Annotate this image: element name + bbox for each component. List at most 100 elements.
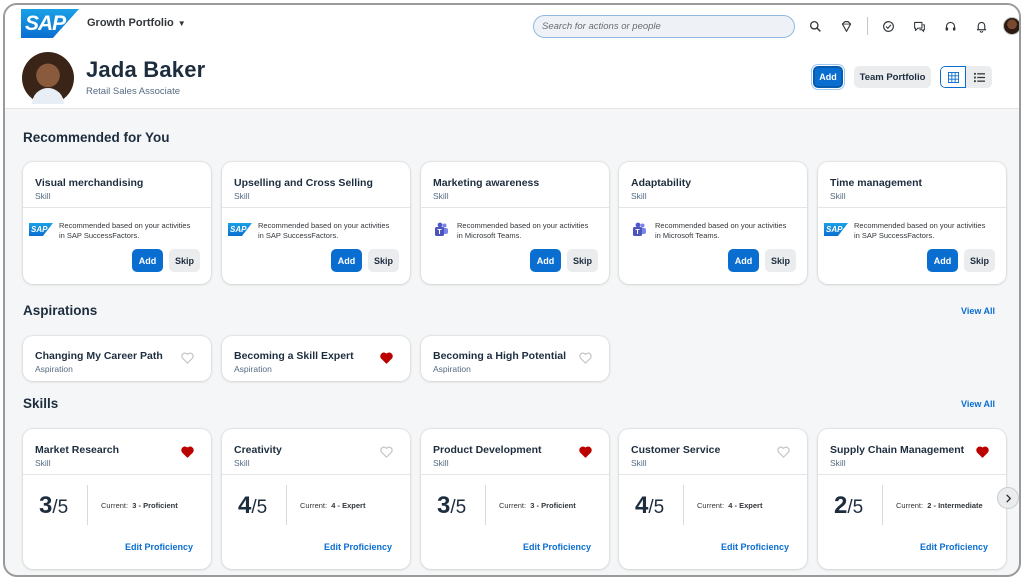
- divider: [23, 474, 211, 475]
- heart-outline-icon[interactable]: [380, 445, 393, 458]
- proficiency-score: 4/5: [635, 492, 664, 520]
- card-title: Upselling and Cross Selling: [234, 177, 373, 189]
- diamond-icon[interactable]: [831, 16, 862, 36]
- divider: [87, 485, 88, 525]
- edit-proficiency-link[interactable]: Edit Proficiency: [920, 542, 988, 552]
- skip-button[interactable]: Skip: [765, 249, 796, 272]
- card-type: Skill: [433, 458, 449, 468]
- skill-card[interactable]: Product Development Skill 3/5 Current: 3 - …: [421, 429, 609, 569]
- separator: [867, 17, 868, 35]
- sap-logo[interactable]: SAP: [21, 9, 79, 38]
- headset-icon[interactable]: [935, 16, 966, 36]
- skill-card[interactable]: Supply Chain Management Skill 2/5 Current: …: [818, 429, 1006, 569]
- sap-logo-icon: SAP: [29, 223, 53, 236]
- checkmark-icon[interactable]: [873, 16, 904, 36]
- bell-icon[interactable]: [966, 16, 997, 36]
- heart-filled-icon[interactable]: [976, 445, 989, 458]
- heart-outline-icon[interactable]: [777, 445, 790, 458]
- skip-button[interactable]: Skip: [169, 249, 200, 272]
- skill-card[interactable]: Creativity Skill 4/5 Current: 4 - Expert Edi…: [222, 429, 410, 569]
- recommendation-card[interactable]: Visual merchandising Skill SAP Recommended …: [23, 162, 211, 284]
- recommendation-card[interactable]: Marketing awareness Skill T Recommended bas…: [421, 162, 609, 284]
- caret-down-icon: ▼: [177, 18, 186, 28]
- sap-logo-icon: SAP: [228, 223, 252, 236]
- aspirations-title: Aspirations: [23, 303, 98, 318]
- divider: [222, 474, 410, 475]
- recommendation-reason: Recommended based on your activities in S…: [258, 221, 408, 241]
- add-skill-button[interactable]: Add: [132, 249, 163, 272]
- edit-proficiency-link[interactable]: Edit Proficiency: [125, 542, 193, 552]
- search-icon[interactable]: [800, 16, 831, 36]
- card-title: Becoming a High Potential: [433, 350, 567, 362]
- aspiration-card[interactable]: Changing My Career Path Aspiration: [23, 336, 211, 381]
- feedback-icon[interactable]: [904, 16, 935, 36]
- score-max: /5: [251, 497, 268, 518]
- profile-header: Jada Baker Retail Sales Associate Add Te…: [5, 45, 1019, 109]
- card-title: Market Research: [35, 444, 120, 456]
- add-skill-button[interactable]: Add: [728, 249, 759, 272]
- aspiration-card[interactable]: Becoming a Skill Expert Aspiration: [222, 336, 410, 381]
- add-button[interactable]: Add: [811, 64, 845, 90]
- card-title: Changing My Career Path: [35, 350, 163, 362]
- current-label: Current:: [101, 501, 129, 510]
- proficiency-score: 3/5: [437, 492, 466, 520]
- heart-filled-icon[interactable]: [380, 351, 393, 364]
- heart-outline-icon[interactable]: [579, 351, 592, 364]
- current-proficiency: Current: 4 - Expert: [697, 501, 762, 510]
- score-value: 3: [39, 492, 53, 519]
- heart-filled-icon[interactable]: [579, 445, 592, 458]
- card-title: Adaptability: [631, 177, 692, 189]
- skip-button[interactable]: Skip: [964, 249, 995, 272]
- team-portfolio-button[interactable]: Team Portfolio: [854, 66, 931, 88]
- card-type: Aspiration: [433, 364, 471, 374]
- current-proficiency: Current: 3 - Proficient: [499, 501, 576, 510]
- grid-view-icon[interactable]: [940, 66, 966, 88]
- aspirations-view-all-link[interactable]: View All: [961, 306, 995, 316]
- skill-card[interactable]: Customer Service Skill 4/5 Current: 4 - Exp…: [619, 429, 807, 569]
- current-level: 2 - Intermediate: [927, 501, 983, 510]
- reason-line-2: in Microsoft Teams.: [655, 231, 720, 240]
- search-input[interactable]: Search for actions or people: [533, 15, 795, 38]
- user-avatar[interactable]: [1003, 17, 1019, 35]
- current-level: 3 - Proficient: [132, 501, 178, 510]
- edit-proficiency-link[interactable]: Edit Proficiency: [523, 542, 591, 552]
- edit-proficiency-link[interactable]: Edit Proficiency: [324, 542, 392, 552]
- skip-button[interactable]: Skip: [368, 249, 399, 272]
- next-page-button[interactable]: [997, 487, 1019, 509]
- divider: [882, 485, 883, 525]
- current-level: 4 - Expert: [728, 501, 763, 510]
- microsoft-teams-icon: T: [433, 222, 449, 237]
- add-skill-button[interactable]: Add: [331, 249, 362, 272]
- divider: [619, 207, 807, 208]
- app-title-menu[interactable]: Growth Portfolio ▼: [87, 17, 186, 29]
- recommendation-card[interactable]: Adaptability Skill T Recommended based on y…: [619, 162, 807, 284]
- edit-proficiency-link[interactable]: Edit Proficiency: [721, 542, 789, 552]
- reason-line-1: Recommended based on your activities: [457, 221, 589, 230]
- add-skill-button[interactable]: Add: [530, 249, 561, 272]
- card-title: Time management: [830, 177, 923, 189]
- aspiration-card[interactable]: Becoming a High Potential Aspiration: [421, 336, 609, 381]
- app-frame: SAP Growth Portfolio ▼ Search for action…: [3, 3, 1021, 577]
- recommendation-card[interactable]: Time management Skill SAP Recommended based…: [818, 162, 1006, 284]
- divider: [683, 485, 684, 525]
- card-type: Skill: [35, 458, 51, 468]
- profile-role: Retail Sales Associate: [86, 86, 180, 97]
- recommendation-card[interactable]: Upselling and Cross Selling Skill SAP Recom…: [222, 162, 410, 284]
- skip-button[interactable]: Skip: [567, 249, 598, 272]
- heart-filled-icon[interactable]: [181, 445, 194, 458]
- reason-line-2: in SAP SuccessFactors.: [258, 231, 339, 240]
- card-title: Marketing awareness: [433, 177, 540, 189]
- card-type: Skill: [234, 191, 250, 201]
- card-type: Skill: [234, 458, 250, 468]
- list-view-icon[interactable]: [966, 66, 992, 88]
- skills-view-all-link[interactable]: View All: [961, 399, 995, 409]
- current-label: Current:: [499, 501, 527, 510]
- heart-outline-icon[interactable]: [181, 351, 194, 364]
- score-max: /5: [52, 497, 69, 518]
- add-skill-button[interactable]: Add: [927, 249, 958, 272]
- divider: [421, 474, 609, 475]
- skill-card[interactable]: Market Research Skill 3/5 Current: 3 - Prof…: [23, 429, 211, 569]
- reason-line-2: in SAP SuccessFactors.: [59, 231, 140, 240]
- divider: [222, 207, 410, 208]
- current-label: Current:: [697, 501, 725, 510]
